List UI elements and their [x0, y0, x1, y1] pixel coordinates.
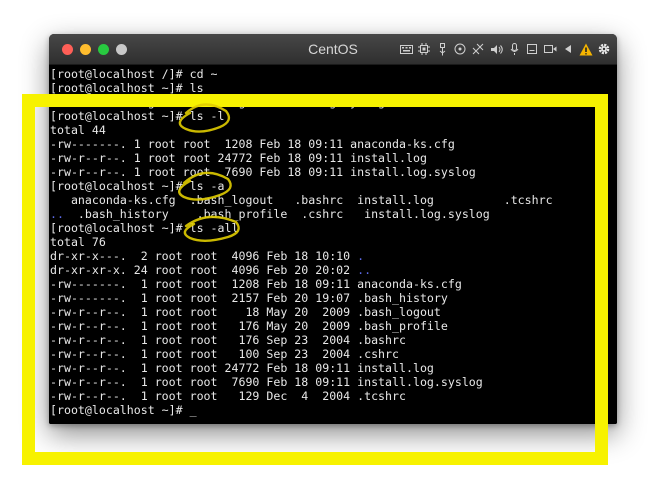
- terminal-line: -rw-r--r--. 1 root root 24772 Feb 18 09:…: [50, 151, 427, 165]
- terminal-line: [root@localhost ~]# _: [50, 403, 197, 417]
- terminal-line: total 44: [50, 123, 106, 137]
- camera-icon[interactable]: [543, 40, 557, 58]
- vm-window: CentOS [root@localhost /]# cd ~ [root@lo…: [49, 34, 617, 424]
- warning-icon[interactable]: [579, 40, 593, 58]
- close-button[interactable]: [62, 44, 73, 55]
- terminal-line: -rw-r--r--. 1 root root 24772 Feb 18 09:…: [50, 361, 434, 375]
- terminal-line: dr-xr-x---. 2 root root 4096 Feb 18 10:1…: [50, 249, 365, 263]
- network-icon[interactable]: [471, 40, 485, 58]
- terminal-line: -rw-r--r--. 1 root root 129 Dec 4 2004 .…: [50, 389, 406, 403]
- terminal-line: [root@localhost ~]# ls -l: [50, 109, 225, 123]
- terminal-line: -rw-r--r--. 1 root root 7690 Feb 18 09:1…: [50, 375, 483, 389]
- terminal-line: anaconda-ks.cfg .bash_logout .bashrc ins…: [70, 193, 553, 207]
- terminal-line: anaconda-ks.cfg install.log install.log.…: [50, 95, 386, 109]
- minimize-button[interactable]: [80, 44, 91, 55]
- terminal-line: [root@localhost ~]# ls -all: [50, 221, 239, 235]
- terminal-line: -rw-r--r--. 1 root root 100 Sep 23 2004 …: [50, 347, 400, 361]
- maximize-button[interactable]: [98, 44, 109, 55]
- terminal-line: [root@localhost ~]# ls: [50, 81, 204, 95]
- terminal-line: [root@localhost /]# cd ~: [50, 67, 218, 81]
- terminal-line: -rw-------. 1 root root 2157 Feb 20 19:0…: [50, 291, 448, 305]
- title-bar[interactable]: CentOS: [49, 34, 617, 65]
- terminal-line: -rw-r--r--. 1 root root 7690 Feb 18 09:1…: [50, 165, 476, 179]
- cdrom-icon[interactable]: [453, 40, 467, 58]
- terminal-line: -rw-------. 1 root root 1208 Feb 18 09:1…: [50, 277, 462, 291]
- keyboard-icon[interactable]: [399, 40, 413, 58]
- arrow-left-icon[interactable]: [561, 40, 575, 58]
- sound-icon[interactable]: [489, 40, 503, 58]
- terminal-line: total 76: [50, 235, 106, 249]
- terminal-line: -rw-r--r--. 1 root root 18 May 20 2009 .…: [50, 305, 441, 319]
- usb-icon[interactable]: [435, 40, 449, 58]
- terminal-line: dr-xr-xr-x. 24 root root 4096 Feb 20 20:…: [50, 263, 372, 277]
- terminal-line: .. .bash_history .bash_profile .cshrc in…: [50, 207, 490, 221]
- cpu-icon[interactable]: [417, 40, 431, 58]
- terminal-line: -rw-r--r--. 1 root root 176 Sep 23 2004 …: [50, 333, 406, 347]
- extra-button[interactable]: [116, 44, 127, 55]
- terminal-line: [root@localhost ~]# ls -a: [50, 179, 225, 193]
- terminal-line: -rw-r--r--. 1 root root 176 May 20 2009 …: [50, 319, 448, 333]
- gear-icon[interactable]: [597, 40, 611, 58]
- microphone-icon[interactable]: [507, 40, 521, 58]
- terminal-screen[interactable]: [root@localhost /]# cd ~ [root@localhost…: [49, 65, 617, 424]
- terminal-line: -rw-------. 1 root root 1208 Feb 18 09:1…: [50, 137, 455, 151]
- vm-toolbar: [399, 40, 611, 58]
- printer-icon[interactable]: [525, 40, 539, 58]
